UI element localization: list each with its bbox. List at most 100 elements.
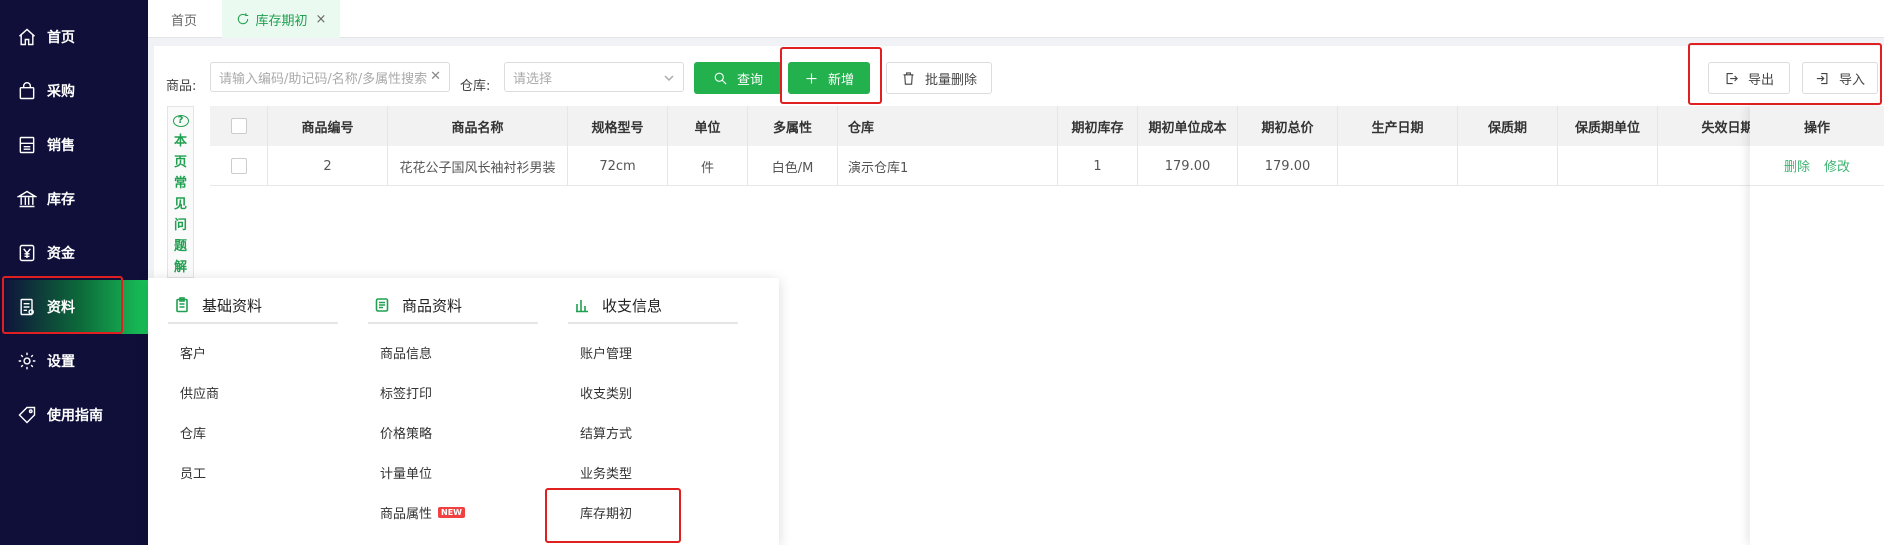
sidebar-item-inventory[interactable]: 库存	[0, 172, 148, 226]
edit-link[interactable]: 修改	[1824, 156, 1850, 175]
divider	[368, 322, 538, 324]
menu-item-opening-inventory[interactable]: 库存期初	[548, 492, 738, 532]
plus-icon	[804, 70, 820, 86]
table-cell	[1458, 146, 1558, 186]
sidebar-item-sales[interactable]: 销售	[0, 118, 148, 172]
table-row[interactable]: 2 花花公子国风长袖衬衫男装 72cm 件 白色/M 演示仓库1 1 179.0…	[210, 146, 1798, 186]
select-all-cell	[210, 106, 268, 146]
sidebar-item-purchase[interactable]: 采购	[0, 64, 148, 118]
product-search-input[interactable]: 请输入编码/助记码/名称/多属性搜索 ✕	[210, 62, 450, 92]
batch-delete-button[interactable]: 批量删除	[886, 62, 992, 94]
warehouse-icon	[16, 188, 38, 210]
add-button[interactable]: 新增	[788, 62, 870, 94]
row-checkbox[interactable]	[230, 158, 247, 174]
menu-item-product-attributes[interactable]: 商品属性 NEW	[348, 492, 538, 532]
divider	[568, 322, 738, 324]
export-icon	[1724, 70, 1740, 86]
table-cell: 1	[1058, 146, 1138, 186]
table-cell: 演示仓库1	[838, 146, 1058, 186]
sidebar-item-guide[interactable]: 使用指南	[0, 388, 148, 442]
sidebar-item-label: 资料	[47, 300, 75, 316]
sidebar-item-label: 资金	[47, 246, 75, 262]
export-button[interactable]: 导出	[1708, 62, 1790, 94]
warehouse-select[interactable]: 请选择	[504, 62, 684, 92]
menu-item-supplier[interactable]: 供应商	[148, 372, 338, 412]
tab-label: 库存期初	[255, 13, 308, 29]
sidebar-item-home[interactable]: 首页	[0, 10, 148, 64]
menu-item-customer[interactable]: 客户	[148, 332, 338, 372]
dropdown-column-product: 商品资料 商品信息 标签打印 价格策略 计量单位 商品属性 NEW	[348, 278, 538, 532]
shopping-bag-icon	[16, 80, 38, 102]
divider	[168, 322, 338, 324]
header-cell[interactable]: 保质期单位	[1558, 106, 1658, 146]
bar-chart-icon	[574, 297, 590, 313]
tab-opening-inventory[interactable]: 库存期初 ×	[222, 0, 340, 38]
menu-item-product-info[interactable]: 商品信息	[348, 332, 538, 372]
faq-char: 题	[173, 239, 187, 254]
export-button-label: 导出	[1747, 72, 1774, 88]
product-search-placeholder: 请输入编码/助记码/名称/多属性搜索	[219, 71, 428, 87]
table-cell: 白色/M	[748, 146, 838, 186]
row-actions: 删除 修改	[1750, 146, 1884, 186]
header-cell[interactable]: 期初总价	[1238, 106, 1338, 146]
header-cell[interactable]: 期初单位成本	[1138, 106, 1238, 146]
tab-home[interactable]: 首页	[160, 0, 208, 38]
tab-label: 首页	[170, 13, 197, 29]
faq-char: 问	[173, 218, 187, 233]
operations-header: 操作	[1750, 106, 1884, 146]
dropdown-column-basic: 基础资料 客户 供应商 仓库 员工	[148, 278, 338, 492]
dropdown-column-title: 基础资料	[202, 296, 263, 315]
header-cell[interactable]: 规格型号	[568, 106, 668, 146]
help-icon: ?	[172, 115, 189, 127]
warehouse-select-placeholder: 请选择	[513, 71, 553, 87]
menu-item-unit[interactable]: 计量单位	[348, 452, 538, 492]
clear-icon[interactable]: ✕	[430, 69, 441, 84]
close-icon[interactable]: ×	[316, 12, 327, 27]
menu-item-business-type[interactable]: 业务类型	[548, 452, 738, 492]
add-button-label: 新增	[827, 72, 854, 88]
menu-item-price-strategy[interactable]: 价格策略	[348, 412, 538, 452]
header-cell[interactable]: 单位	[668, 106, 748, 146]
faq-banner[interactable]: ? 本 页 常 见 问 题 解	[167, 106, 194, 278]
sidebar-item-label: 设置	[47, 354, 75, 370]
header-cell[interactable]: 商品编号	[268, 106, 388, 146]
faq-char: 解	[173, 260, 187, 275]
menu-item-warehouse[interactable]: 仓库	[148, 412, 338, 452]
menu-item-label-print[interactable]: 标签打印	[348, 372, 538, 412]
sidebar-item-label: 使用指南	[47, 408, 103, 424]
document-icon	[16, 296, 38, 318]
delete-link[interactable]: 删除	[1784, 156, 1810, 175]
sidebar-item-settings[interactable]: 设置	[0, 334, 148, 388]
menu-item-income-category[interactable]: 收支类别	[548, 372, 738, 412]
sidebar-item-label: 采购	[47, 84, 75, 100]
header-cell[interactable]: 生产日期	[1338, 106, 1458, 146]
query-button[interactable]: 查询	[694, 62, 782, 94]
menu-item-employee[interactable]: 员工	[148, 452, 338, 492]
header-cell[interactable]: 期初库存	[1058, 106, 1138, 146]
search-icon	[713, 70, 729, 86]
product-list-icon	[374, 297, 390, 313]
select-all-checkbox[interactable]	[230, 118, 247, 134]
data-dropdown-menu: 基础资料 客户 供应商 仓库 员工 商品资料 商品信息 标签打印 价格策略 计量…	[148, 278, 779, 545]
sidebar: 首页 采购 销售 库存 资金 资料 设置 使用指南	[0, 0, 148, 545]
tag-icon	[16, 404, 38, 426]
faq-char: 常	[173, 176, 187, 191]
chevron-down-icon	[663, 72, 674, 82]
sidebar-item-data[interactable]: 资料	[0, 280, 148, 334]
dropdown-column-title: 商品资料	[402, 296, 463, 315]
sidebar-item-label: 首页	[47, 30, 75, 46]
menu-item-settlement[interactable]: 结算方式	[548, 412, 738, 452]
new-badge: NEW	[438, 506, 465, 518]
dropdown-column-finance: 收支信息 账户管理 收支类别 结算方式 业务类型 库存期初	[548, 278, 738, 532]
menu-item-account[interactable]: 账户管理	[548, 332, 738, 372]
header-cell[interactable]: 仓库	[838, 106, 1058, 146]
sidebar-item-funds[interactable]: 资金	[0, 226, 148, 280]
import-button[interactable]: 导入	[1802, 62, 1878, 94]
refresh-icon[interactable]	[236, 12, 250, 26]
header-cell[interactable]: 商品名称	[388, 106, 568, 146]
row-select-cell	[210, 146, 268, 186]
faq-char: 见	[173, 197, 187, 212]
header-cell[interactable]: 多属性	[748, 106, 838, 146]
header-cell[interactable]: 保质期	[1458, 106, 1558, 146]
table-cell	[1558, 146, 1658, 186]
